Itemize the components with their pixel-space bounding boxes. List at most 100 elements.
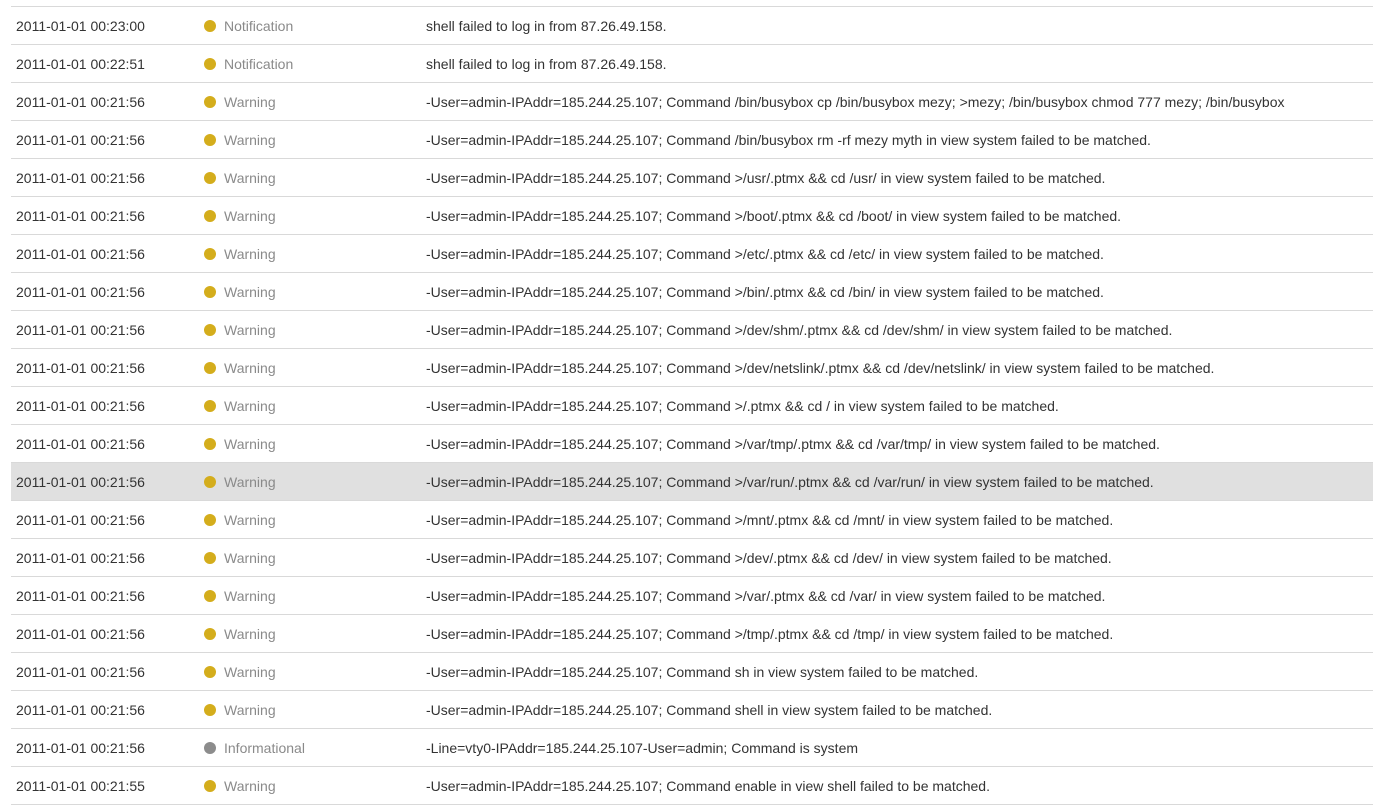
log-level: Warning <box>204 436 426 452</box>
log-message: -User=admin-IPAddr=185.244.25.107; Comma… <box>426 473 1154 490</box>
log-level-label: Warning <box>224 93 276 110</box>
severity-dot-icon <box>204 247 216 260</box>
log-level: Warning <box>204 664 426 680</box>
log-level: Informational <box>204 740 426 756</box>
log-row[interactable]: 2011-01-01 00:21:56 Warning -User=admin-IP… <box>11 539 1373 577</box>
log-time: 2011-01-01 00:21:56 <box>16 131 145 148</box>
log-row[interactable]: 2011-01-01 00:21:56 Warning -User=admin-IP… <box>11 653 1373 691</box>
log-message: -User=admin-IPAddr=185.244.25.107; Comma… <box>426 435 1160 452</box>
log-message: -User=admin-IPAddr=185.244.25.107; Comma… <box>426 397 1059 414</box>
log-row[interactable]: 2011-01-01 00:22:51 Notification shell fai… <box>11 45 1373 83</box>
log-time: 2011-01-01 00:21:56 <box>16 359 145 376</box>
severity-dot-icon <box>204 133 216 146</box>
log-table: 2011-01-01 00:23:00 Notification shell fai… <box>11 6 1373 805</box>
log-level-label: Notification <box>224 55 294 72</box>
severity-dot-icon <box>204 285 216 298</box>
log-level-label: Warning <box>224 777 276 794</box>
log-level-label: Warning <box>224 701 276 718</box>
log-level-label: Warning <box>224 549 276 566</box>
log-time: 2011-01-01 00:21:56 <box>16 207 145 224</box>
log-time: 2011-01-01 00:21:56 <box>16 397 145 414</box>
log-row[interactable]: 2011-01-01 00:21:56 Warning -User=admin-IP… <box>11 83 1373 121</box>
log-level-label: Notification <box>224 17 294 34</box>
log-time: 2011-01-01 00:21:56 <box>16 511 145 528</box>
log-row[interactable]: 2011-01-01 00:21:56 Warning -User=admin-IP… <box>11 235 1373 273</box>
log-time: 2011-01-01 00:21:56 <box>16 739 145 756</box>
log-level: Warning <box>204 550 426 566</box>
log-row[interactable]: 2011-01-01 00:21:56 Warning -User=admin-IP… <box>11 311 1373 349</box>
log-level-label: Warning <box>224 587 276 604</box>
severity-dot-icon <box>204 95 216 108</box>
log-row[interactable]: 2011-01-01 00:21:56 Warning -User=admin-IP… <box>11 273 1373 311</box>
log-message: -User=admin-IPAddr=185.244.25.107; Comma… <box>426 663 979 680</box>
log-level-label: Warning <box>224 663 276 680</box>
log-message: -User=admin-IPAddr=185.244.25.107; Comma… <box>426 625 1114 642</box>
log-level: Warning <box>204 398 426 414</box>
log-message: -User=admin-IPAddr=185.244.25.107; Comma… <box>426 549 1112 566</box>
log-message: -User=admin-IPAddr=185.244.25.107; Comma… <box>426 93 1285 110</box>
log-level-label: Warning <box>224 321 276 338</box>
severity-dot-icon <box>204 513 216 526</box>
severity-dot-icon <box>204 475 216 488</box>
log-time: 2011-01-01 00:21:56 <box>16 625 145 642</box>
log-time: 2011-01-01 00:21:56 <box>16 663 145 680</box>
log-level: Warning <box>204 246 426 262</box>
log-message: -User=admin-IPAddr=185.244.25.107; Comma… <box>426 777 990 794</box>
log-row[interactable]: 2011-01-01 00:21:56 Warning -User=admin-IP… <box>11 349 1373 387</box>
log-level-label: Warning <box>224 397 276 414</box>
log-message: -User=admin-IPAddr=185.244.25.107; Comma… <box>426 207 1122 224</box>
log-row[interactable]: 2011-01-01 00:21:56 Warning -User=admin-IP… <box>11 463 1373 501</box>
log-row[interactable]: 2011-01-01 00:21:56 Warning -User=admin-IP… <box>11 159 1373 197</box>
severity-dot-icon <box>204 323 216 336</box>
severity-dot-icon <box>204 399 216 412</box>
log-level: Warning <box>204 208 426 224</box>
log-time: 2011-01-01 00:21:56 <box>16 245 145 262</box>
severity-dot-icon <box>204 19 216 32</box>
severity-dot-icon <box>204 209 216 222</box>
log-time: 2011-01-01 00:21:56 <box>16 587 145 604</box>
log-time: 2011-01-01 00:21:56 <box>16 549 145 566</box>
log-row[interactable]: 2011-01-01 00:21:56 Warning -User=admin-IP… <box>11 577 1373 615</box>
log-message: -User=admin-IPAddr=185.244.25.107; Comma… <box>426 283 1104 300</box>
log-row[interactable]: 2011-01-01 00:21:56 Warning -User=admin-IP… <box>11 121 1373 159</box>
log-time: 2011-01-01 00:21:56 <box>16 435 145 452</box>
log-level: Warning <box>204 132 426 148</box>
log-message: -User=admin-IPAddr=185.244.25.107; Comma… <box>426 359 1215 376</box>
log-row[interactable]: 2011-01-01 00:21:56 Warning -User=admin-IP… <box>11 615 1373 653</box>
log-level-label: Warning <box>224 169 276 186</box>
log-level: Warning <box>204 94 426 110</box>
log-message: -User=admin-IPAddr=185.244.25.107; Comma… <box>426 587 1106 604</box>
log-level: Warning <box>204 170 426 186</box>
severity-dot-icon <box>204 703 216 716</box>
log-level-label: Warning <box>224 245 276 262</box>
severity-dot-icon <box>204 437 216 450</box>
log-level-label: Warning <box>224 435 276 452</box>
log-time: 2011-01-01 00:21:56 <box>16 283 145 300</box>
log-row[interactable]: 2011-01-01 00:23:00 Notification shell fai… <box>11 7 1373 45</box>
log-time: 2011-01-01 00:22:51 <box>16 55 145 72</box>
severity-dot-icon <box>204 551 216 564</box>
log-message: -Line=vty0-IPAddr=185.244.25.107-User=ad… <box>426 739 859 756</box>
severity-dot-icon <box>204 627 216 640</box>
log-row[interactable]: 2011-01-01 00:21:56 Warning -User=admin-IP… <box>11 387 1373 425</box>
severity-dot-icon <box>204 665 216 678</box>
log-message: -User=admin-IPAddr=185.244.25.107; Comma… <box>426 321 1173 338</box>
log-level-label: Warning <box>224 511 276 528</box>
severity-dot-icon <box>204 779 216 792</box>
log-row[interactable]: 2011-01-01 00:21:56 Warning -User=admin-IP… <box>11 197 1373 235</box>
log-level: Warning <box>204 702 426 718</box>
log-row[interactable]: 2011-01-01 00:21:56 Warning -User=admin-IP… <box>11 691 1373 729</box>
log-row[interactable]: 2011-01-01 00:21:56 Warning -User=admin-IP… <box>11 425 1373 463</box>
log-level: Notification <box>204 18 426 34</box>
log-level-label: Informational <box>224 739 305 756</box>
log-row[interactable]: 2011-01-01 00:21:55 Warning -User=admin-IP… <box>11 767 1373 805</box>
log-message: shell failed to log in from 87.26.49.158… <box>426 17 667 34</box>
log-row[interactable]: 2011-01-01 00:21:56 Informational -Line=vt… <box>11 729 1373 767</box>
log-time: 2011-01-01 00:21:56 <box>16 473 145 490</box>
log-level: Warning <box>204 360 426 376</box>
log-level-label: Warning <box>224 359 276 376</box>
log-time: 2011-01-01 00:21:56 <box>16 321 145 338</box>
log-level: Warning <box>204 588 426 604</box>
log-row[interactable]: 2011-01-01 00:21:56 Warning -User=admin-IP… <box>11 501 1373 539</box>
log-level: Warning <box>204 778 426 794</box>
